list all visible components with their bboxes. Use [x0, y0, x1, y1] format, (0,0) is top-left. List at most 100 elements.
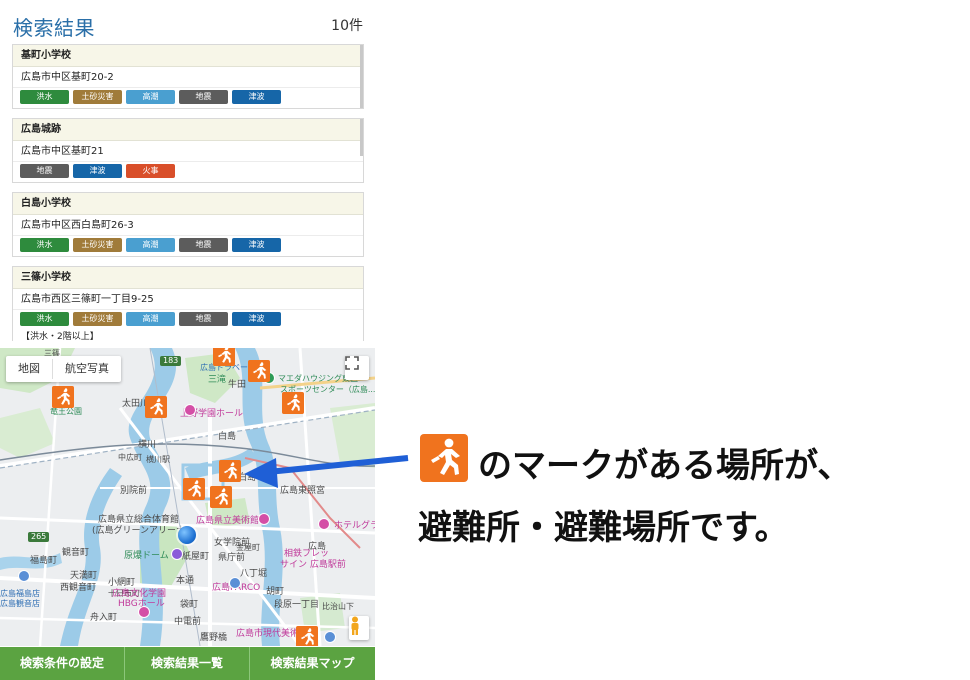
map-label: 胡町 — [266, 587, 285, 597]
hazard-tag: 洪水 — [20, 238, 69, 252]
result-card[interactable]: 基町小学校 広島市中区基町20-2 洪水 土砂災害 高潮 地震 津波 — [12, 44, 364, 109]
map-label: 福島町 — [30, 556, 58, 566]
map-label: 広島県立美術館 — [196, 516, 260, 526]
scroll-indicator — [360, 45, 363, 108]
map-label: 観音町 — [62, 548, 90, 558]
evacuation-marker-icon[interactable] — [213, 348, 237, 372]
tab-search-conditions[interactable]: 検索条件の設定 — [0, 647, 125, 680]
map-label: 横川駅 — [146, 455, 170, 464]
pegman-icon — [351, 616, 359, 635]
evacuation-marker-icon[interactable] — [282, 392, 306, 420]
map-label: 牛田 — [228, 380, 247, 390]
map-label: 鷹野橋 — [200, 633, 228, 643]
map-label: 広島福島店 — [0, 589, 40, 598]
map-label: 中電前 — [174, 617, 202, 627]
map-label: 横川 — [138, 440, 157, 450]
map-label: 天満町 — [70, 571, 98, 581]
shelter-address: 広島市中区基町20-2 — [13, 67, 363, 88]
poi-pin[interactable] — [318, 518, 330, 530]
hazard-tag: 地震 — [179, 90, 228, 104]
hazard-tag: 津波 — [232, 238, 281, 252]
shelter-name[interactable]: 広島城跡 — [13, 119, 363, 141]
hazard-tag: 地震 — [179, 312, 228, 326]
map-label: (広島グリーンアリーナ) — [92, 526, 189, 536]
map-label: 西観音町 — [60, 583, 97, 593]
map-label: 別院前 — [120, 486, 148, 496]
shelter-name[interactable]: 白島小学校 — [13, 193, 363, 215]
map-label: 広島文化学園 — [112, 589, 167, 599]
scroll-indicator — [360, 119, 363, 156]
hazard-tags: 洪水 土砂災害 高潮 地震 津波 — [13, 310, 363, 330]
bottom-tab-bar: 検索条件の設定 検索結果一覧 検索結果マップ — [0, 647, 375, 680]
hazard-tag: 土砂災害 — [73, 238, 122, 252]
shelter-name[interactable]: 三篠小学校 — [13, 267, 363, 289]
map-label: 広島県立総合体育館 — [98, 515, 180, 525]
poi-pin[interactable] — [229, 577, 241, 589]
map-label: 舟入町 — [90, 613, 118, 623]
map-label: 紙屋町 — [182, 552, 210, 562]
map-label: 原爆ドーム — [124, 551, 169, 561]
tab-result-list[interactable]: 検索結果一覧 — [125, 647, 250, 680]
evacuation-marker-icon[interactable] — [296, 626, 320, 646]
route-shield: 265 — [28, 532, 50, 542]
evacuation-marker-icon[interactable] — [183, 478, 207, 506]
poi-pin[interactable] — [18, 570, 30, 582]
map-label: サイン 広島駅前 — [280, 560, 346, 570]
evacuation-running-person-icon — [420, 434, 468, 482]
shelter-address: 広島市中区基町21 — [13, 141, 363, 162]
poi-pin[interactable] — [258, 513, 270, 525]
current-location-dot — [178, 526, 196, 544]
hazard-tag: 高潮 — [126, 90, 175, 104]
map-label: 広島観音店 — [0, 599, 40, 608]
results-count: 10件 — [331, 18, 363, 34]
tab-result-map[interactable]: 検索結果マップ — [250, 647, 375, 680]
evacuation-marker-icon[interactable] — [248, 360, 272, 388]
hazard-tag: 洪水 — [20, 90, 69, 104]
map-label: 県庁前 — [218, 553, 246, 563]
map-label: 広島東照宮 — [280, 486, 326, 496]
fullscreen-icon — [345, 356, 359, 370]
hazard-tag: 洪水 — [20, 312, 69, 326]
result-card[interactable]: 広島城跡 広島市中区基町21 地震 津波 火事 — [12, 118, 364, 183]
map-view[interactable]: 広島ドラベース 三篠 三滝 牛田 マエダハウジング東区 スポーツセンター（広島.… — [0, 348, 375, 646]
evacuation-marker-icon[interactable] — [145, 396, 169, 424]
hazard-tag: 高潮 — [126, 238, 175, 252]
map-label: 本通 — [176, 576, 195, 586]
map-label: 比治山下 — [322, 602, 354, 611]
hazard-tags: 地震 津波 火事 — [13, 162, 363, 182]
poi-pin[interactable] — [184, 404, 196, 416]
hazard-tag: 津波 — [73, 164, 122, 178]
result-card[interactable]: 白島小学校 広島市中区西白島町26-3 洪水 土砂災害 高潮 地震 津波 — [12, 192, 364, 257]
hazard-tag: 津波 — [232, 312, 281, 326]
evacuation-marker-icon[interactable] — [210, 486, 234, 514]
hazard-tag: 津波 — [232, 90, 281, 104]
fullscreen-button[interactable] — [345, 356, 369, 380]
evacuation-marker-icon[interactable] — [52, 386, 76, 414]
map-type-map-button[interactable]: 地図 — [6, 356, 52, 382]
hazard-tags: 洪水 土砂災害 高潮 地震 津波 — [13, 88, 363, 108]
map-label: 小網町 — [108, 578, 136, 588]
map-label: 段原一丁目 — [274, 600, 320, 610]
result-card[interactable]: 三篠小学校 広島市西区三篠町一丁目9-25 洪水 土砂災害 高潮 地震 津波 【… — [12, 266, 364, 341]
poi-pin[interactable] — [324, 631, 336, 643]
evacuation-marker-icon[interactable] — [219, 460, 243, 488]
pegman-button[interactable] — [349, 616, 369, 640]
hazard-tag: 土砂災害 — [73, 312, 122, 326]
hazard-tag: 土砂災害 — [73, 90, 122, 104]
route-shield: 183 — [160, 356, 182, 366]
callout-text-line1: のマークがある場所が、 — [478, 446, 852, 486]
shelter-address: 広島市中区西白島町26-3 — [13, 215, 363, 236]
results-list[interactable]: 基町小学校 広島市中区基町20-2 洪水 土砂災害 高潮 地震 津波 広島城跡 … — [12, 44, 364, 341]
map-label: 白島 — [218, 432, 237, 442]
map-type-control[interactable]: 地図 航空写真 — [6, 356, 121, 382]
hazard-tag: 地震 — [179, 238, 228, 252]
map-label: 八丁堀 — [240, 569, 268, 579]
map-label: 金屋町 — [236, 543, 260, 552]
shelter-name[interactable]: 基町小学校 — [13, 45, 363, 67]
hazard-tag: 火事 — [126, 164, 175, 178]
poi-pin[interactable] — [171, 548, 183, 560]
map-label: ホテルグラ — [334, 521, 375, 531]
callout-text-line2: 避難所・避難場所です。 — [418, 508, 789, 548]
map-type-satellite-button[interactable]: 航空写真 — [53, 356, 121, 382]
poi-pin[interactable] — [138, 606, 150, 618]
